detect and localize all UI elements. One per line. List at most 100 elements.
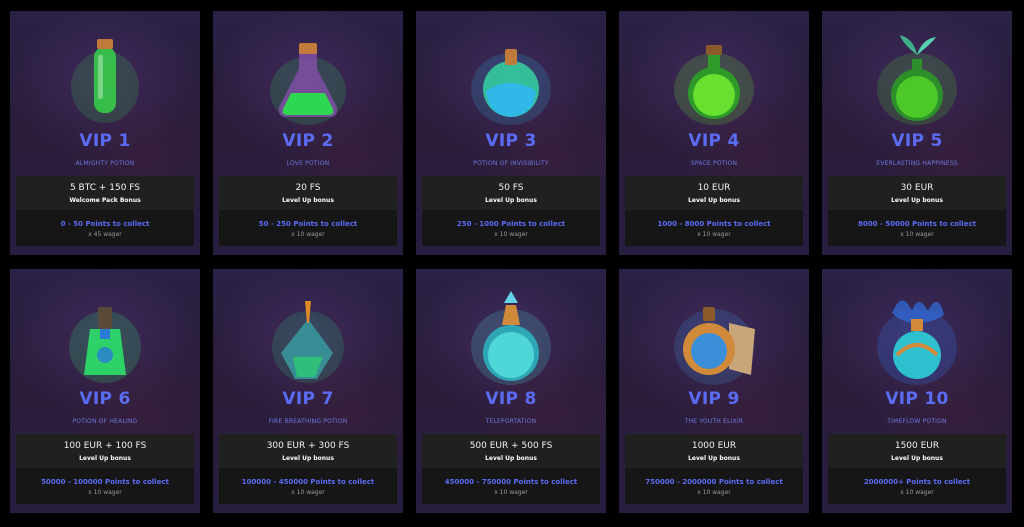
points-range: 2000000+ Points to collect bbox=[863, 478, 971, 486]
wager-requirement: x 10 wager bbox=[697, 489, 731, 496]
reward-info-box: 300 EUR + 300 FS Level Up bonus 100000 - 4… bbox=[219, 434, 397, 504]
reward-header: 1500 EUR Level Up bonus bbox=[828, 434, 1006, 468]
vip-level-title: VIP 7 bbox=[282, 389, 334, 409]
reward-type: Level Up bonus bbox=[485, 197, 537, 204]
wager-requirement: x 45 wager bbox=[88, 231, 122, 238]
reward-amount: 300 EUR + 300 FS bbox=[266, 441, 350, 451]
vip-level-title: VIP 5 bbox=[891, 131, 943, 151]
space-potion-icon bbox=[674, 45, 754, 125]
reward-info-box: 100 EUR + 100 FS Level Up bonus 50000 - 10… bbox=[16, 434, 194, 504]
reward-amount: 500 EUR + 500 FS bbox=[469, 441, 553, 451]
vip-level-title: VIP 6 bbox=[79, 389, 131, 409]
potion-name: SPACE POTION bbox=[690, 160, 738, 167]
potion-name: POTION OF INVISIBILITY bbox=[473, 160, 549, 167]
healing-potion-icon bbox=[69, 307, 141, 383]
points-range: 450000 - 750000 Points to collect bbox=[444, 478, 578, 486]
points-range: 1000 - 8000 Points to collect bbox=[657, 220, 771, 228]
wager-requirement: x 10 wager bbox=[88, 489, 122, 496]
wager-requirement: x 10 wager bbox=[900, 231, 934, 238]
reward-type: Level Up bonus bbox=[282, 455, 334, 462]
reward-header: 5 BTC + 150 FS Welcome Pack Bonus bbox=[16, 176, 194, 210]
wager-requirement: x 10 wager bbox=[900, 489, 934, 496]
reward-info-box: 30 EUR Level Up bonus 8000 - 50000 Points … bbox=[828, 176, 1006, 246]
wager-requirement: x 10 wager bbox=[697, 231, 731, 238]
reward-amount: 5 BTC + 150 FS bbox=[69, 183, 141, 193]
everlasting-happiness-potion-icon bbox=[877, 35, 957, 125]
reward-info-box: 1000 EUR Level Up bonus 750000 - 2000000 P… bbox=[625, 434, 803, 504]
reward-header: 10 EUR Level Up bonus bbox=[625, 176, 803, 210]
reward-header: 300 EUR + 300 FS Level Up bonus bbox=[219, 434, 397, 468]
reward-type: Level Up bonus bbox=[485, 455, 537, 462]
vip-level-title: VIP 4 bbox=[688, 131, 740, 151]
potion-name: TIMEFLOW POTION bbox=[887, 418, 947, 425]
reward-amount: 30 EUR bbox=[900, 183, 934, 193]
reward-type: Welcome Pack Bonus bbox=[69, 197, 141, 204]
vip-card: VIP 6 POTION OF HEALING 100 EUR + 100 FS Le… bbox=[10, 269, 200, 513]
reward-amount: 10 EUR bbox=[697, 183, 731, 193]
reward-amount: 1000 EUR bbox=[691, 441, 737, 451]
reward-info-box: 50 FS Level Up bonus 250 - 1000 Points to … bbox=[422, 176, 600, 246]
points-range: 750000 - 2000000 Points to collect bbox=[645, 478, 783, 486]
vip-level-title: VIP 9 bbox=[688, 389, 740, 409]
vip-card: VIP 7 FIRE BREATHING POTION 300 EUR + 300 … bbox=[213, 269, 403, 513]
vip-card: VIP 3 POTION OF INVISIBILITY 50 FS Level Up… bbox=[416, 11, 606, 255]
vip-card: VIP 5 EVERLASTING HAPPINESS 30 EUR Level Up… bbox=[822, 11, 1012, 255]
reward-type: Level Up bonus bbox=[891, 455, 943, 462]
potion-name: EVERLASTING HAPPINESS bbox=[876, 160, 958, 167]
reward-type: Level Up bonus bbox=[688, 455, 740, 462]
potion-name: THE YOUTH ELIXIR bbox=[684, 418, 744, 425]
wager-requirement: x 10 wager bbox=[291, 231, 325, 238]
vip-level-title: VIP 8 bbox=[485, 389, 537, 409]
potion-name: TELEPORTATION bbox=[485, 418, 537, 425]
wager-requirement: x 10 wager bbox=[494, 489, 528, 496]
reward-info-box: 500 EUR + 500 FS Level Up bonus 450000 - 7… bbox=[422, 434, 600, 504]
reward-type: Level Up bonus bbox=[79, 455, 131, 462]
reward-header: 100 EUR + 100 FS Level Up bonus bbox=[16, 434, 194, 468]
points-range: 8000 - 50000 Points to collect bbox=[858, 220, 976, 228]
reward-amount: 100 EUR + 100 FS bbox=[63, 441, 147, 451]
love-potion-icon bbox=[270, 43, 346, 125]
reward-type: Level Up bonus bbox=[282, 197, 334, 204]
potion-name: LOVE POTION bbox=[286, 160, 330, 167]
vip-level-title: VIP 10 bbox=[885, 389, 949, 409]
reward-header: 500 EUR + 500 FS Level Up bonus bbox=[422, 434, 600, 468]
potion-name: POTION OF HEALING bbox=[72, 418, 138, 425]
reward-type: Level Up bonus bbox=[891, 197, 943, 204]
vip-level-title: VIP 2 bbox=[282, 131, 334, 151]
vip-card: VIP 2 LOVE POTION 20 FS Level Up bonus 50 - … bbox=[213, 11, 403, 255]
vip-level-title: VIP 3 bbox=[485, 131, 537, 151]
vip-card: VIP 4 SPACE POTION 10 EUR Level Up bonus 100… bbox=[619, 11, 809, 255]
points-range: 100000 - 450000 Points to collect bbox=[241, 478, 375, 486]
points-range: 250 - 1000 Points to collect bbox=[456, 220, 566, 228]
vip-card: VIP 1 ALMIGHTY POTION 5 BTC + 150 FS Welcom… bbox=[10, 11, 200, 255]
reward-amount: 50 FS bbox=[498, 183, 524, 193]
vip-card: VIP 10 TIMEFLOW POTION 1500 EUR Level Up bo… bbox=[822, 269, 1012, 513]
reward-info-box: 1500 EUR Level Up bonus 2000000+ Points to… bbox=[828, 434, 1006, 504]
points-range: 50 - 250 Points to collect bbox=[258, 220, 358, 228]
invisibility-potion-icon bbox=[471, 49, 551, 125]
teleportation-potion-icon bbox=[471, 291, 551, 385]
reward-header: 20 FS Level Up bonus bbox=[219, 176, 397, 210]
reward-type: Level Up bonus bbox=[688, 197, 740, 204]
wager-requirement: x 10 wager bbox=[291, 489, 325, 496]
vip-level-title: VIP 1 bbox=[79, 131, 131, 151]
vip-levels-grid: VIP 1 ALMIGHTY POTION 5 BTC + 150 FS Welcom… bbox=[10, 11, 1012, 513]
points-range: 50000 - 100000 Points to collect bbox=[41, 478, 169, 486]
potion-name: FIRE BREATHING POTION bbox=[268, 418, 348, 425]
wager-requirement: x 10 wager bbox=[494, 231, 528, 238]
almighty-potion-icon bbox=[71, 39, 139, 123]
reward-header: 1000 EUR Level Up bonus bbox=[625, 434, 803, 468]
reward-info-box: 10 EUR Level Up bonus 1000 - 8000 Points t… bbox=[625, 176, 803, 246]
reward-amount: 1500 EUR bbox=[894, 441, 940, 451]
reward-amount: 20 FS bbox=[295, 183, 321, 193]
potion-name: ALMIGHTY POTION bbox=[75, 160, 135, 167]
youth-elixir-icon bbox=[674, 307, 755, 385]
timeflow-potion-icon bbox=[877, 300, 957, 385]
points-range: 0 - 50 Points to collect bbox=[60, 220, 150, 228]
reward-info-box: 20 FS Level Up bonus 50 - 250 Points to co… bbox=[219, 176, 397, 246]
vip-card: VIP 8 TELEPORTATION 500 EUR + 500 FS Level … bbox=[416, 269, 606, 513]
fire-breathing-potion-icon bbox=[272, 301, 344, 383]
reward-header: 50 FS Level Up bonus bbox=[422, 176, 600, 210]
reward-info-box: 5 BTC + 150 FS Welcome Pack Bonus 0 - 50 P… bbox=[16, 176, 194, 246]
vip-card: VIP 9 THE YOUTH ELIXIR 1000 EUR Level Up bo… bbox=[619, 269, 809, 513]
